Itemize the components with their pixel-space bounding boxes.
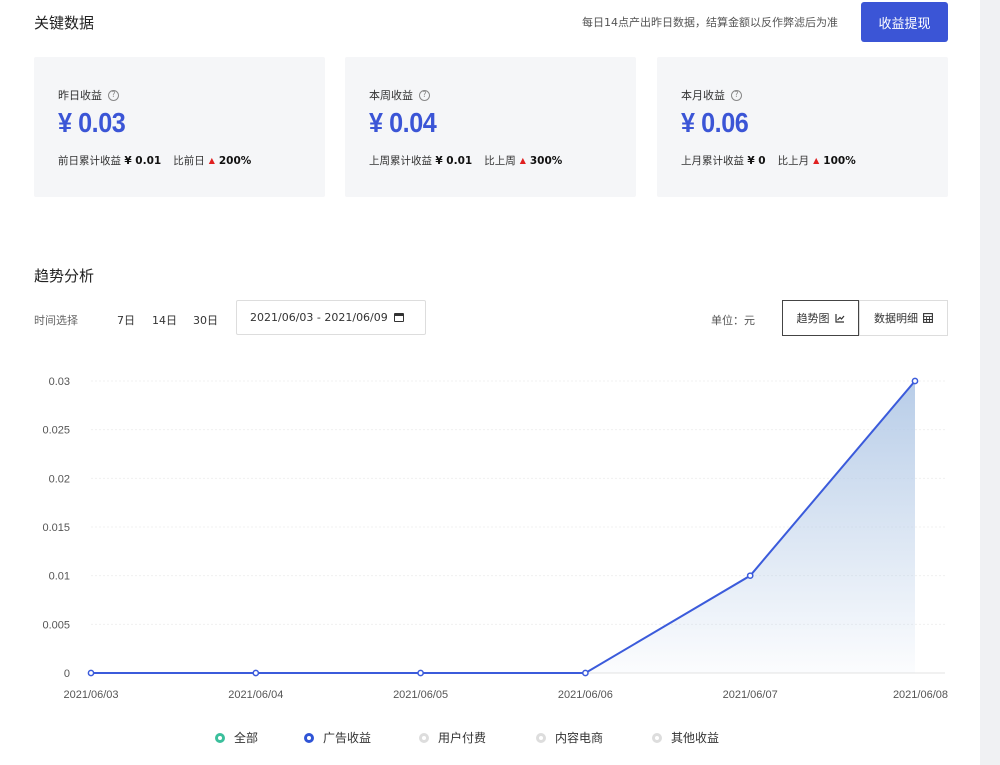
data-detail-label: 数据明细 xyxy=(874,312,918,325)
legend-label: 全部 xyxy=(234,731,259,745)
prev-label: 上月累计收益 xyxy=(681,155,744,167)
compare-value: 300% xyxy=(529,154,563,167)
data-note: 每日14点产出昨日数据，结算金额以反作弊滤后为准 xyxy=(582,16,838,29)
stat-cards: 昨日收益? ¥ 0.03 前日累计收益 ¥ 0.01 比前日 ▲ 200% 本周… xyxy=(34,57,948,197)
trend-chart: 0 0.005 0.01 0.015 0.02 0.025 0.03 2021/06/03 20… xyxy=(0,360,1000,710)
time-filter-label: 时间选择 xyxy=(34,314,78,327)
compare-label: 比上月 xyxy=(777,155,810,167)
prev-label: 前日累计收益 xyxy=(58,155,121,167)
compare-value: 200% xyxy=(218,154,252,167)
table-icon xyxy=(923,313,933,323)
legend-label: 广告收益 xyxy=(323,731,372,745)
prev-value: ¥ 0 xyxy=(747,154,766,167)
range-14d-button[interactable]: 14日 xyxy=(152,312,177,328)
y-tick-label: 0.02 xyxy=(49,473,70,485)
legend-label: 其他收益 xyxy=(671,731,720,745)
x-tick-label: 2021/06/08 xyxy=(893,689,948,701)
x-tick-label: 2021/06/04 xyxy=(228,689,283,701)
card-label: 本月收益 xyxy=(681,89,725,102)
legend-label: 内容电商 xyxy=(555,731,604,745)
x-tick-label: 2021/06/03 xyxy=(63,689,118,701)
month-card: 本月收益? ¥ 0.06 上月累计收益 ¥ 0 比上月 ▲ 100% xyxy=(657,57,948,197)
filter-row: 时间选择 7日 14日 30日 2021/06/03 - 2021/06/09 … xyxy=(34,300,948,336)
up-triangle-icon: ▲ xyxy=(208,156,215,165)
legend-dot-user-pay xyxy=(419,732,429,743)
x-tick-label: 2021/06/06 xyxy=(558,689,613,701)
trend-chart-label: 趋势图 xyxy=(796,312,830,325)
up-triangle-icon: ▲ xyxy=(813,156,820,165)
date-range-value: 2021/06/03 - 2021/06/09 xyxy=(250,311,388,324)
prev-value: ¥ 0.01 xyxy=(124,154,162,167)
range-7d-button[interactable]: 7日 xyxy=(117,312,135,328)
trend-title: 趋势分析 xyxy=(34,267,95,285)
withdraw-button[interactable]: 收益提现 xyxy=(861,2,948,42)
data-point xyxy=(87,669,95,677)
card-label: 本周收益 xyxy=(369,89,413,102)
legend-item-ad[interactable]: 广告收益 xyxy=(304,729,371,746)
help-icon[interactable]: ? xyxy=(108,89,119,101)
data-point xyxy=(417,669,424,677)
legend-item-ecommerce[interactable]: 内容电商 xyxy=(536,729,603,746)
legend-item-all[interactable]: 全部 xyxy=(215,729,258,746)
y-tick-label: 0.015 xyxy=(42,522,70,534)
card-value: ¥ 0.04 xyxy=(369,107,437,138)
data-detail-toggle[interactable]: 数据明细 xyxy=(859,300,948,336)
unit-label: 单位：元 xyxy=(711,314,755,327)
date-range-picker[interactable]: 2021/06/03 - 2021/06/09 xyxy=(236,300,426,335)
chart-legend: 全部 广告收益 用户付费 内容电商 其他收益 xyxy=(0,729,1000,749)
calendar-icon xyxy=(393,313,404,322)
card-label: 昨日收益 xyxy=(58,89,102,102)
y-tick-label: 0.03 xyxy=(49,376,70,388)
legend-item-other[interactable]: 其他收益 xyxy=(652,729,719,746)
legend-dot-other xyxy=(652,732,662,743)
x-tick-label: 2021/06/05 xyxy=(393,689,448,701)
compare-label: 比前日 xyxy=(173,155,205,167)
legend-dot-ad xyxy=(304,732,314,743)
card-value: ¥ 0.03 xyxy=(58,107,126,138)
data-point xyxy=(252,669,260,677)
prev-value: ¥ 0.01 xyxy=(435,154,473,167)
data-point xyxy=(582,669,589,677)
help-icon[interactable]: ? xyxy=(419,89,430,101)
data-point xyxy=(911,377,919,385)
y-tick-label: 0.005 xyxy=(42,619,70,631)
compare-value: 100% xyxy=(823,154,856,167)
trend-chart-toggle[interactable]: 趋势图 xyxy=(782,300,859,336)
prev-label: 上周累计收益 xyxy=(369,155,432,167)
legend-label: 用户付费 xyxy=(438,731,487,745)
range-30d-button[interactable]: 30日 xyxy=(193,312,218,328)
legend-dot-ecommerce xyxy=(536,732,546,743)
y-tick-label: 0.01 xyxy=(49,571,70,583)
data-point xyxy=(746,572,754,580)
card-value: ¥ 0.06 xyxy=(681,107,749,138)
trend-chart-svg: 0 0.005 0.01 0.015 0.02 0.025 0.03 2021/06/03 20… xyxy=(42,376,948,701)
key-data-header: 关键数据 每日14点产出昨日数据，结算金额以反作弊滤后为准 收益提现 xyxy=(34,0,948,44)
yesterday-card: 昨日收益? ¥ 0.03 前日累计收益 ¥ 0.01 比前日 ▲ 200% xyxy=(34,57,325,197)
up-triangle-icon: ▲ xyxy=(519,156,526,165)
line-chart-icon xyxy=(834,314,844,323)
y-tick-label: 0 xyxy=(64,668,70,680)
y-tick-label: 0.025 xyxy=(42,425,70,437)
legend-dot-all xyxy=(215,732,225,743)
legend-item-user-pay[interactable]: 用户付费 xyxy=(419,729,486,746)
help-icon[interactable]: ? xyxy=(731,89,742,101)
compare-label: 比上周 xyxy=(484,155,516,167)
week-card: 本周收益? ¥ 0.04 上周累计收益 ¥ 0.01 比上周 ▲ 300% xyxy=(345,57,636,197)
section-title: 关键数据 xyxy=(34,14,95,32)
x-tick-label: 2021/06/07 xyxy=(723,689,778,701)
